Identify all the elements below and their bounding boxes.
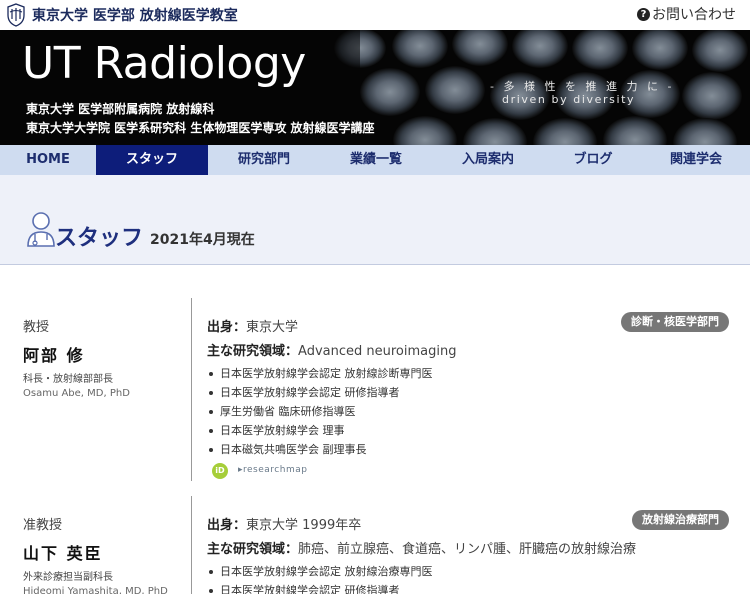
logo-text: 東京大学 医学部 放射線医学教室 <box>32 8 238 24</box>
nav-item-admission[interactable]: 入局案内 <box>432 145 544 175</box>
site-logo[interactable]: 東京大学 医学部 放射線医学教室 <box>6 3 238 27</box>
divider <box>191 496 192 594</box>
nav-item-research[interactable]: 研究部門 <box>208 145 320 175</box>
field-value: Advanced neuroimaging <box>298 344 457 359</box>
staff-positions: 外来診療担当副科長 <box>23 572 113 583</box>
contact-link[interactable]: ? お問い合わせ <box>637 4 736 24</box>
nav-item-publications[interactable]: 業績一覧 <box>320 145 432 175</box>
field-value: 肺癌、前立腺癌、食道癌、リンパ腫、肝臓癌の放射線治療 <box>298 542 637 557</box>
staff-role: 准教授 <box>23 518 63 533</box>
list-item: 厚生労働省 臨床研修指導医 <box>207 402 433 421</box>
origin-label: 出身 <box>207 320 234 335</box>
tagline-jp: - 多 様 性 を 推 進 力 に - <box>490 80 675 93</box>
hero-subtitle-1: 東京大学 医学部附属病院 放射線科 <box>26 102 215 116</box>
page-title: スタッフ <box>55 226 144 251</box>
staff-name: 山下 英臣 <box>23 544 103 563</box>
top-bar: 東京大学 医学部 放射線医学教室 ? お問い合わせ <box>0 0 750 30</box>
origin-label: 出身 <box>207 518 234 533</box>
origin-value: 東京大学 1999年卒 <box>246 518 362 533</box>
researchmap-link[interactable]: ▸researchmap <box>238 465 307 475</box>
list-item: 日本磁気共鳴医学会 副理事長 <box>207 440 433 459</box>
staff-name-en: Osamu Abe, MD, PhD <box>23 388 130 399</box>
certification-list: 日本医学放射線学会認定 放射線治療専門医 日本医学放射線学会認定 研修指導者 <box>207 562 433 594</box>
page-date: 2021年4月現在 <box>150 232 255 248</box>
tagline-en: driven by diversity <box>502 93 636 106</box>
main-nav: HOME スタッフ 研究部門 業績一覧 入局案内 ブログ 関連学会 <box>0 145 750 175</box>
staff-name-en: Hideomi Yamashita, MD, PhD <box>23 586 168 594</box>
field-label: 主な研究領域 <box>207 542 286 557</box>
list-item: 日本医学放射線学会認定 研修指導者 <box>207 581 433 594</box>
hero-subtitle-2: 東京大学大学院 医学系研究科 生体物理医学専攻 放射線医学講座 <box>26 121 375 135</box>
department-badge[interactable]: 診断・核医学部門 <box>621 312 729 332</box>
list-item: 日本医学放射線学会認定 研修指導者 <box>207 383 433 402</box>
staff-origin: 出身：東京大学 1999年卒 <box>207 518 362 533</box>
list-item: 日本医学放射線学会 理事 <box>207 421 433 440</box>
staff-name: 阿部 修 <box>23 346 85 365</box>
hero-banner: UT Radiology - 多 様 性 を 推 進 力 に - driven … <box>0 30 750 145</box>
contact-label: お問い合わせ <box>652 7 736 23</box>
orcid-icon[interactable]: iD <box>212 463 228 479</box>
department-badge[interactable]: 放射線治療部門 <box>632 510 729 530</box>
nav-item-blog[interactable]: ブログ <box>544 145 642 175</box>
certification-list: 日本医学放射線学会認定 放射線診断専門医 日本医学放射線学会認定 研修指導者 厚… <box>207 364 433 459</box>
nav-item-societies[interactable]: 関連学会 <box>642 145 750 175</box>
staff-positions: 科長・放射線部部長 <box>23 374 113 385</box>
page-heading: スタッフ 2021年4月現在 <box>0 175 750 265</box>
divider <box>191 298 192 481</box>
staff-person-icon <box>27 212 55 247</box>
staff-origin: 出身：東京大学 <box>207 320 299 335</box>
university-crest-icon <box>7 3 25 27</box>
staff-entry: 准教授 山下 英臣 外来診療担当副科長 Hideomi Yamashita, M… <box>0 496 750 594</box>
origin-value: 東京大学 <box>246 320 299 335</box>
staff-research-field: 主な研究領域：Advanced neuroimaging <box>207 344 457 359</box>
staff-entry: 教授 阿部 修 科長・放射線部部長 Osamu Abe, MD, PhD 出身：… <box>0 298 750 483</box>
list-item: 日本医学放射線学会認定 放射線治療専門医 <box>207 562 433 581</box>
staff-role: 教授 <box>23 320 50 335</box>
field-label: 主な研究領域 <box>207 344 286 359</box>
hero-title: UT Radiology <box>22 38 306 89</box>
nav-item-staff[interactable]: スタッフ <box>96 145 208 175</box>
question-icon: ? <box>637 7 650 21</box>
nav-item-home[interactable]: HOME <box>0 145 96 175</box>
list-item: 日本医学放射線学会認定 放射線診断専門医 <box>207 364 433 383</box>
staff-research-field: 主な研究領域：肺癌、前立腺癌、食道癌、リンパ腫、肝臓癌の放射線治療 <box>207 542 637 557</box>
